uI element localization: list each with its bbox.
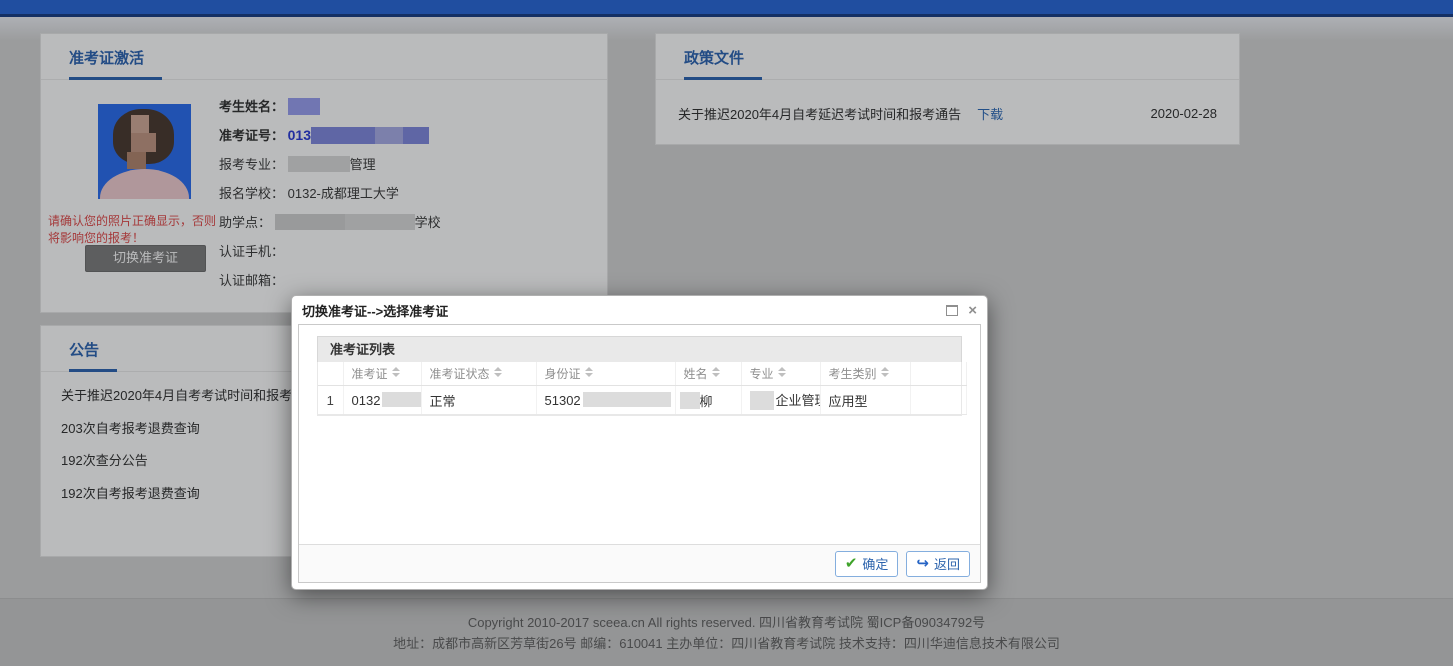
column-label: 准考证 bbox=[351, 367, 388, 381]
sort-icon bbox=[391, 367, 400, 377]
column-id-number[interactable]: 身份证 bbox=[536, 362, 676, 386]
close-icon[interactable]: × bbox=[968, 303, 977, 318]
cell-major: 企业管理 bbox=[741, 385, 821, 415]
dialog-title: 切换准考证-->选择准考证 bbox=[302, 303, 449, 319]
column-category[interactable]: 考生类别 bbox=[820, 362, 911, 386]
back-arrow-icon: ↪ bbox=[916, 555, 929, 572]
ticket-list-title: 准考证列表 bbox=[317, 336, 962, 362]
sort-icon bbox=[493, 367, 502, 377]
confirm-button-label: 确定 bbox=[862, 557, 889, 572]
cell-empty bbox=[910, 385, 967, 415]
cell-ticket-status: 正常 bbox=[421, 385, 537, 415]
column-row-number bbox=[318, 362, 344, 386]
maximize-icon[interactable] bbox=[946, 304, 959, 316]
ticket-prefix: 0132 bbox=[351, 392, 381, 408]
column-label: 姓名 bbox=[683, 367, 708, 381]
switch-ticket-dialog: 切换准考证-->选择准考证 × 准考证列表 准考证 准考证状态 身份证 姓名 专… bbox=[291, 295, 988, 590]
cell-id-number: 51302 bbox=[536, 385, 676, 415]
cell-ticket: 0132 bbox=[343, 385, 422, 415]
sort-icon bbox=[711, 367, 720, 377]
cell-row-number: 1 bbox=[318, 385, 344, 415]
redacted-ticket bbox=[382, 392, 420, 408]
id-prefix: 51302 bbox=[544, 392, 581, 408]
cell-name: 柳 bbox=[675, 385, 742, 415]
back-button[interactable]: ↪ 返回 bbox=[906, 550, 970, 577]
column-label: 专业 bbox=[749, 367, 774, 381]
name-suffix: 柳 bbox=[699, 393, 713, 409]
redacted-name bbox=[679, 392, 700, 410]
table-header-row: 准考证 准考证状态 身份证 姓名 专业 考生类别 bbox=[318, 362, 967, 386]
column-major[interactable]: 专业 bbox=[741, 362, 821, 386]
cell-category: 应用型 bbox=[820, 385, 911, 415]
redacted-id-number bbox=[582, 392, 671, 408]
sort-icon bbox=[880, 367, 889, 377]
redacted-major bbox=[749, 390, 774, 410]
back-button-label: 返回 bbox=[933, 557, 960, 572]
column-label: 考生类别 bbox=[828, 367, 877, 381]
ticket-list-section: 准考证列表 准考证 准考证状态 身份证 姓名 专业 考生类别 1 0132 正常… bbox=[317, 336, 967, 416]
check-icon: ✔ bbox=[844, 555, 858, 572]
dialog-body: 准考证列表 准考证 准考证状态 身份证 姓名 专业 考生类别 1 0132 正常… bbox=[298, 324, 981, 583]
column-name[interactable]: 姓名 bbox=[675, 362, 742, 386]
dialog-footer: ✔ 确定 ↪ 返回 bbox=[299, 544, 980, 582]
dialog-window-controls: × bbox=[946, 303, 977, 318]
column-label: 准考证状态 bbox=[429, 367, 490, 381]
column-label: 身份证 bbox=[544, 367, 581, 381]
sort-icon bbox=[584, 367, 593, 377]
major-suffix: 企业管理 bbox=[775, 393, 820, 409]
column-ticket-status[interactable]: 准考证状态 bbox=[421, 362, 537, 386]
column-ticket[interactable]: 准考证 bbox=[343, 362, 422, 386]
table-row[interactable]: 1 0132 正常 51302 柳 企业管理 应用型 bbox=[318, 385, 967, 415]
dialog-titlebar[interactable]: 切换准考证-->选择准考证 × bbox=[292, 296, 987, 324]
ticket-table: 准考证 准考证状态 身份证 姓名 专业 考生类别 1 0132 正常 51302… bbox=[317, 362, 967, 416]
column-empty bbox=[910, 362, 967, 386]
sort-icon bbox=[777, 367, 786, 377]
confirm-button[interactable]: ✔ 确定 bbox=[834, 550, 899, 577]
